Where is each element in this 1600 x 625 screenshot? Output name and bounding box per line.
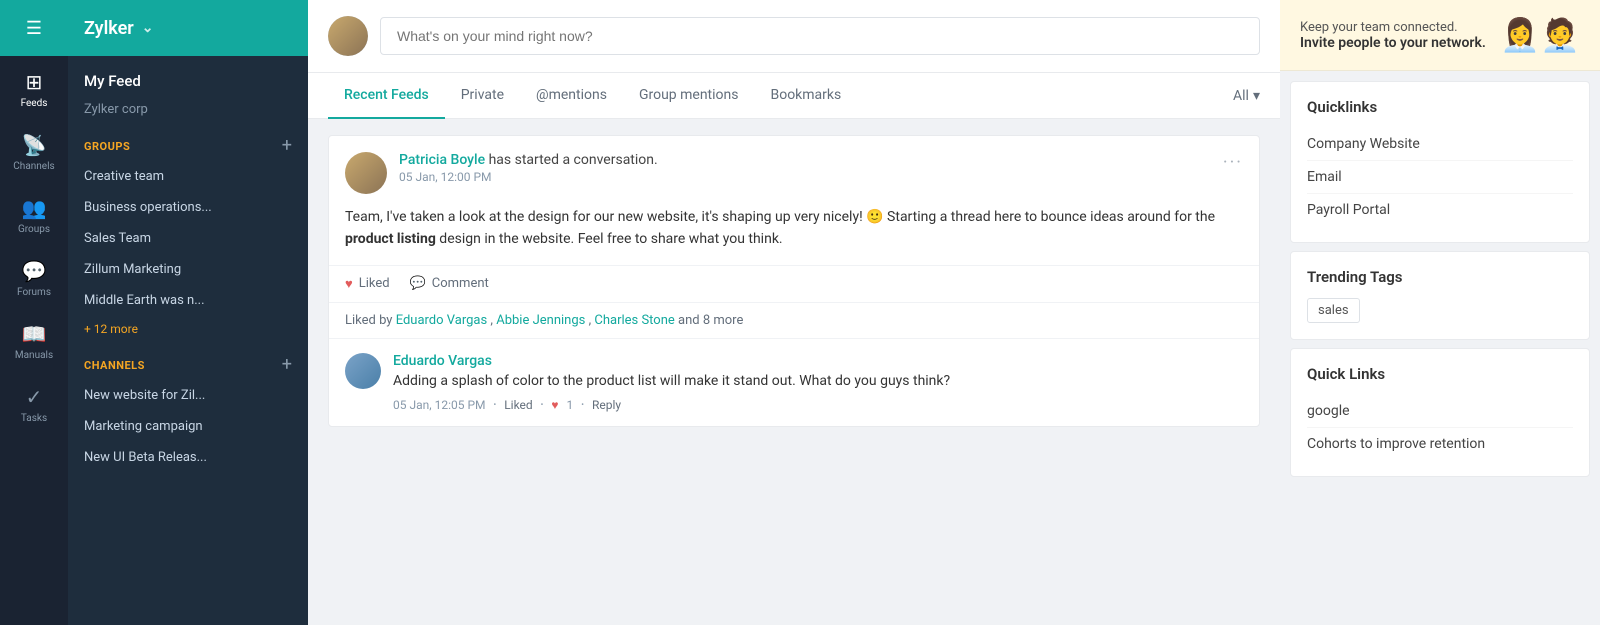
liker3-link[interactable]: Charles Stone [594, 313, 674, 328]
tab-all-dropdown[interactable]: All ▾ [1233, 88, 1260, 104]
sidebar-my-feed[interactable]: My Feed [68, 56, 308, 98]
chevron-down-icon: ▾ [1253, 88, 1260, 104]
quicklinks-section: Quicklinks Company Website Email Payroll… [1290, 81, 1590, 243]
post-author-avatar [345, 152, 387, 194]
comment-meta: 05 Jan, 12:05 PM • Liked • ♥ 1 • Reply [393, 398, 1243, 412]
liker1-link[interactable]: Eduardo Vargas [396, 313, 488, 328]
current-user-avatar [328, 16, 368, 56]
quicklinks-title: Quicklinks [1307, 98, 1573, 116]
sidebar: Zylker ⌄ My Feed Zylker corp GROUPS + Cr… [68, 0, 308, 625]
tab-mentions[interactable]: @mentions [520, 73, 623, 119]
post-author-name[interactable]: Patricia Boyle [399, 152, 485, 168]
sidebar-item-business-ops[interactable]: Business operations... [68, 192, 308, 223]
add-channel-button[interactable]: + [282, 356, 292, 374]
feeds-icon: ⊞ [26, 70, 43, 94]
tab-recent-feeds[interactable]: Recent Feeds [328, 73, 445, 119]
hamburger-icon[interactable]: ☰ [26, 18, 42, 39]
sidebar-item-creative-team[interactable]: Creative team [68, 161, 308, 192]
post-timestamp: 05 Jan, 12:00 PM [399, 170, 1211, 184]
tab-bookmarks[interactable]: Bookmarks [754, 73, 857, 119]
comment-content: Eduardo Vargas Adding a splash of color … [393, 353, 1243, 412]
groups-more-link[interactable]: + 12 more [68, 316, 308, 348]
sidebar-item-sales-team[interactable]: Sales Team [68, 223, 308, 254]
compose-input[interactable] [380, 17, 1260, 55]
comment-heart-icon: ♥ [551, 398, 558, 412]
sidebar-item-new-ui-beta[interactable]: New UI Beta Releas... [68, 442, 308, 473]
manuals-icon: 📖 [22, 322, 47, 346]
quicklink-company-website[interactable]: Company Website [1307, 128, 1573, 161]
post-author-line: Patricia Boyle has started a conversatio… [399, 152, 1211, 168]
groups-section-label: GROUPS [84, 140, 130, 153]
like-button[interactable]: ♥ Liked [345, 276, 390, 292]
trending-tag-sales[interactable]: sales [1307, 298, 1360, 323]
channels-icon: 📡 [22, 133, 47, 157]
invite-illustration: 👩‍💼🧑‍💼 [1500, 16, 1580, 54]
nav-groups[interactable]: 👥 Groups [0, 182, 68, 245]
sidebar-org-name[interactable]: Zylker corp [68, 98, 308, 129]
quick-links-section: Quick Links google Cohorts to improve re… [1290, 348, 1590, 477]
comment-author-avatar [345, 353, 381, 389]
dot-separator3: • [581, 400, 584, 409]
comment-text: Adding a splash of color to the product … [393, 371, 1243, 392]
tab-group-mentions[interactable]: Group mentions [623, 73, 755, 119]
post-author-action: has started a conversation. [485, 152, 658, 168]
comment-button[interactable]: 💬 Comment [410, 276, 489, 291]
sidebar-item-marketing-campaign[interactable]: Marketing campaign [68, 411, 308, 442]
feed-content: Patricia Boyle has started a conversatio… [308, 119, 1280, 625]
dot-separator: • [493, 400, 496, 409]
groups-icon: 👥 [22, 196, 47, 220]
forums-icon: 💬 [22, 259, 47, 283]
channels-section-header: CHANNELS + [68, 348, 308, 380]
post-header: Patricia Boyle has started a conversatio… [329, 136, 1259, 206]
tab-private[interactable]: Private [445, 73, 520, 119]
comment-author-name[interactable]: Eduardo Vargas [393, 353, 1243, 369]
trending-tags-section: Trending Tags sales [1290, 251, 1590, 340]
groups-section-header: GROUPS + [68, 129, 308, 161]
sidebar-item-new-website[interactable]: New website for Zil... [68, 380, 308, 411]
quicklink-cohorts[interactable]: Cohorts to improve retention [1307, 428, 1573, 460]
liker2-link[interactable]: Abbie Jennings [496, 313, 585, 328]
trending-tags-title: Trending Tags [1307, 268, 1573, 286]
quick-links-title: Quick Links [1307, 365, 1573, 383]
post-card: Patricia Boyle has started a conversatio… [328, 135, 1260, 427]
app-logo-header: ☰ [0, 0, 68, 56]
comment-section: Eduardo Vargas Adding a splash of color … [329, 338, 1259, 426]
compose-area [308, 0, 1280, 73]
comment-icon: 💬 [410, 276, 426, 291]
dot-separator2: • [541, 400, 544, 409]
sidebar-header: Zylker ⌄ [68, 0, 308, 56]
channels-section-label: CHANNELS [84, 359, 145, 372]
nav-channels[interactable]: 📡 Channels [0, 119, 68, 182]
post-options-button[interactable]: ··· [1223, 152, 1243, 173]
sidebar-item-zillum-marketing[interactable]: Zillum Marketing [68, 254, 308, 285]
icon-nav: ☰ ⊞ Feeds 📡 Channels 👥 Groups 💬 Forums 📖… [0, 0, 68, 625]
nav-forums[interactable]: 💬 Forums [0, 245, 68, 308]
quicklink-google[interactable]: google [1307, 395, 1573, 428]
post-body: Team, I've taken a look at the design fo… [329, 206, 1259, 265]
nav-manuals[interactable]: 📖 Manuals [0, 308, 68, 371]
tasks-icon: ✓ [26, 385, 43, 409]
comment-like-button[interactable]: Liked [504, 398, 532, 412]
add-group-button[interactable]: + [282, 137, 292, 155]
app-name: Zylker [84, 18, 134, 39]
post-actions: ♥ Liked 💬 Comment [329, 265, 1259, 302]
post-likes: Liked by Eduardo Vargas , Abbie Jennings… [329, 302, 1259, 338]
comment-reply-button[interactable]: Reply [592, 398, 621, 412]
nav-feeds[interactable]: ⊞ Feeds [0, 56, 68, 119]
main-content: Recent Feeds Private @mentions Group men… [308, 0, 1280, 625]
post-meta: Patricia Boyle has started a conversatio… [399, 152, 1211, 184]
sidebar-item-middle-earth[interactable]: Middle Earth was n... [68, 285, 308, 316]
quicklink-payroll-portal[interactable]: Payroll Portal [1307, 194, 1573, 226]
sidebar-chevron[interactable]: ⌄ [142, 20, 154, 36]
invite-text: Keep your team connected. Invite people … [1300, 20, 1488, 51]
nav-tasks[interactable]: ✓ Tasks [0, 371, 68, 434]
feed-tabs: Recent Feeds Private @mentions Group men… [308, 73, 1280, 119]
heart-icon: ♥ [345, 276, 353, 292]
quicklink-email[interactable]: Email [1307, 161, 1573, 194]
right-panel: Keep your team connected. Invite people … [1280, 0, 1600, 625]
invite-banner: Keep your team connected. Invite people … [1280, 0, 1600, 71]
